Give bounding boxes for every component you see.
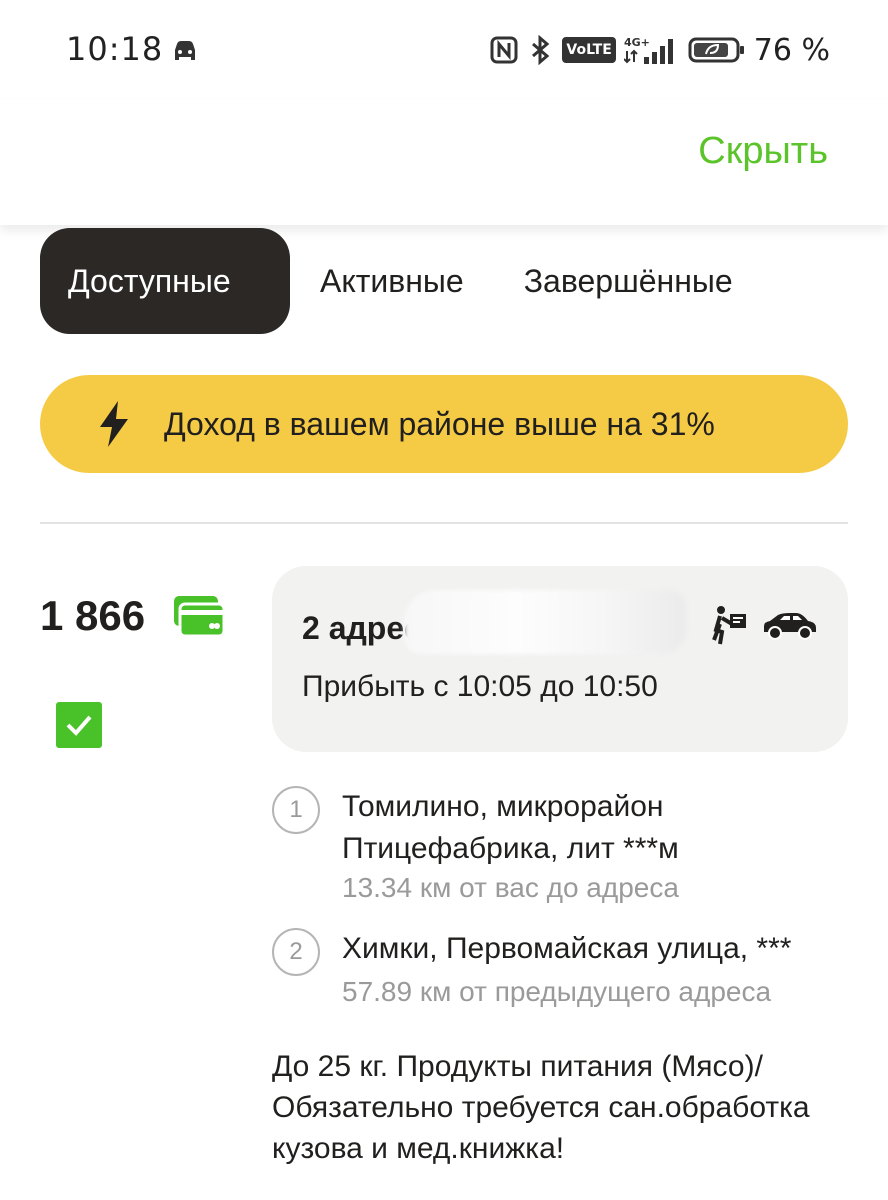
signal-icon: 4G+ xyxy=(623,36,673,64)
stop-address: Томилино, микрорайон Птицефабрика, лит *… xyxy=(342,790,679,865)
tab-active[interactable]: Активные xyxy=(290,228,494,334)
battery-icon xyxy=(688,37,744,63)
stop-address: Химки, Первомайская улица, *** xyxy=(342,932,792,965)
car-icon xyxy=(764,613,816,640)
card-icon xyxy=(174,596,226,638)
svg-text:4G+: 4G+ xyxy=(624,36,650,49)
stop-number: 1 xyxy=(272,786,320,834)
tab-completed[interactable]: Завершённые xyxy=(494,228,763,334)
hide-button[interactable]: Скрыть xyxy=(698,130,828,173)
loader-icon xyxy=(712,606,746,645)
income-banner[interactable]: Доход в вашем районе выше на 31% xyxy=(40,375,848,473)
status-bar: 10:18 VoLTE 4G+ 76 % xyxy=(0,0,888,100)
divider xyxy=(40,522,848,524)
car-mode-icon xyxy=(175,41,195,60)
cargo-note: До 25 кг. Продукты питания (Мясо)/ Обяза… xyxy=(272,1050,810,1165)
stop-number: 2 xyxy=(272,928,320,976)
order-checkbox[interactable] xyxy=(56,702,102,748)
order-card[interactable]: 2 адреса Прибыть с 10:05 до 10:50 xyxy=(272,566,848,752)
stop-distance: 57.89 км от предыдущего адреса xyxy=(342,976,772,1007)
battery-percent: 76 % xyxy=(753,32,830,68)
redacted-area xyxy=(404,590,686,654)
header: Скрыть xyxy=(0,100,888,225)
nfc-icon xyxy=(490,36,518,64)
status-time: 10:18 xyxy=(66,30,164,68)
lightning-icon xyxy=(100,401,128,447)
volte-icon: VoLTE xyxy=(562,37,616,63)
status-icons: VoLTE 4G+ 76 % xyxy=(490,32,830,68)
arrival-window: Прибыть с 10:05 до 10:50 xyxy=(302,670,658,703)
order-tabs: Доступные Активные Завершённые xyxy=(40,228,763,334)
checkmark-icon xyxy=(66,715,92,736)
bluetooth-icon xyxy=(532,35,550,65)
stop-distance: 13.34 км от вас до адреса xyxy=(342,872,679,903)
tab-available[interactable]: Доступные xyxy=(40,228,290,334)
order-price: 1 866 xyxy=(40,592,146,639)
banner-text: Доход в вашем районе выше на 31% xyxy=(164,405,715,442)
